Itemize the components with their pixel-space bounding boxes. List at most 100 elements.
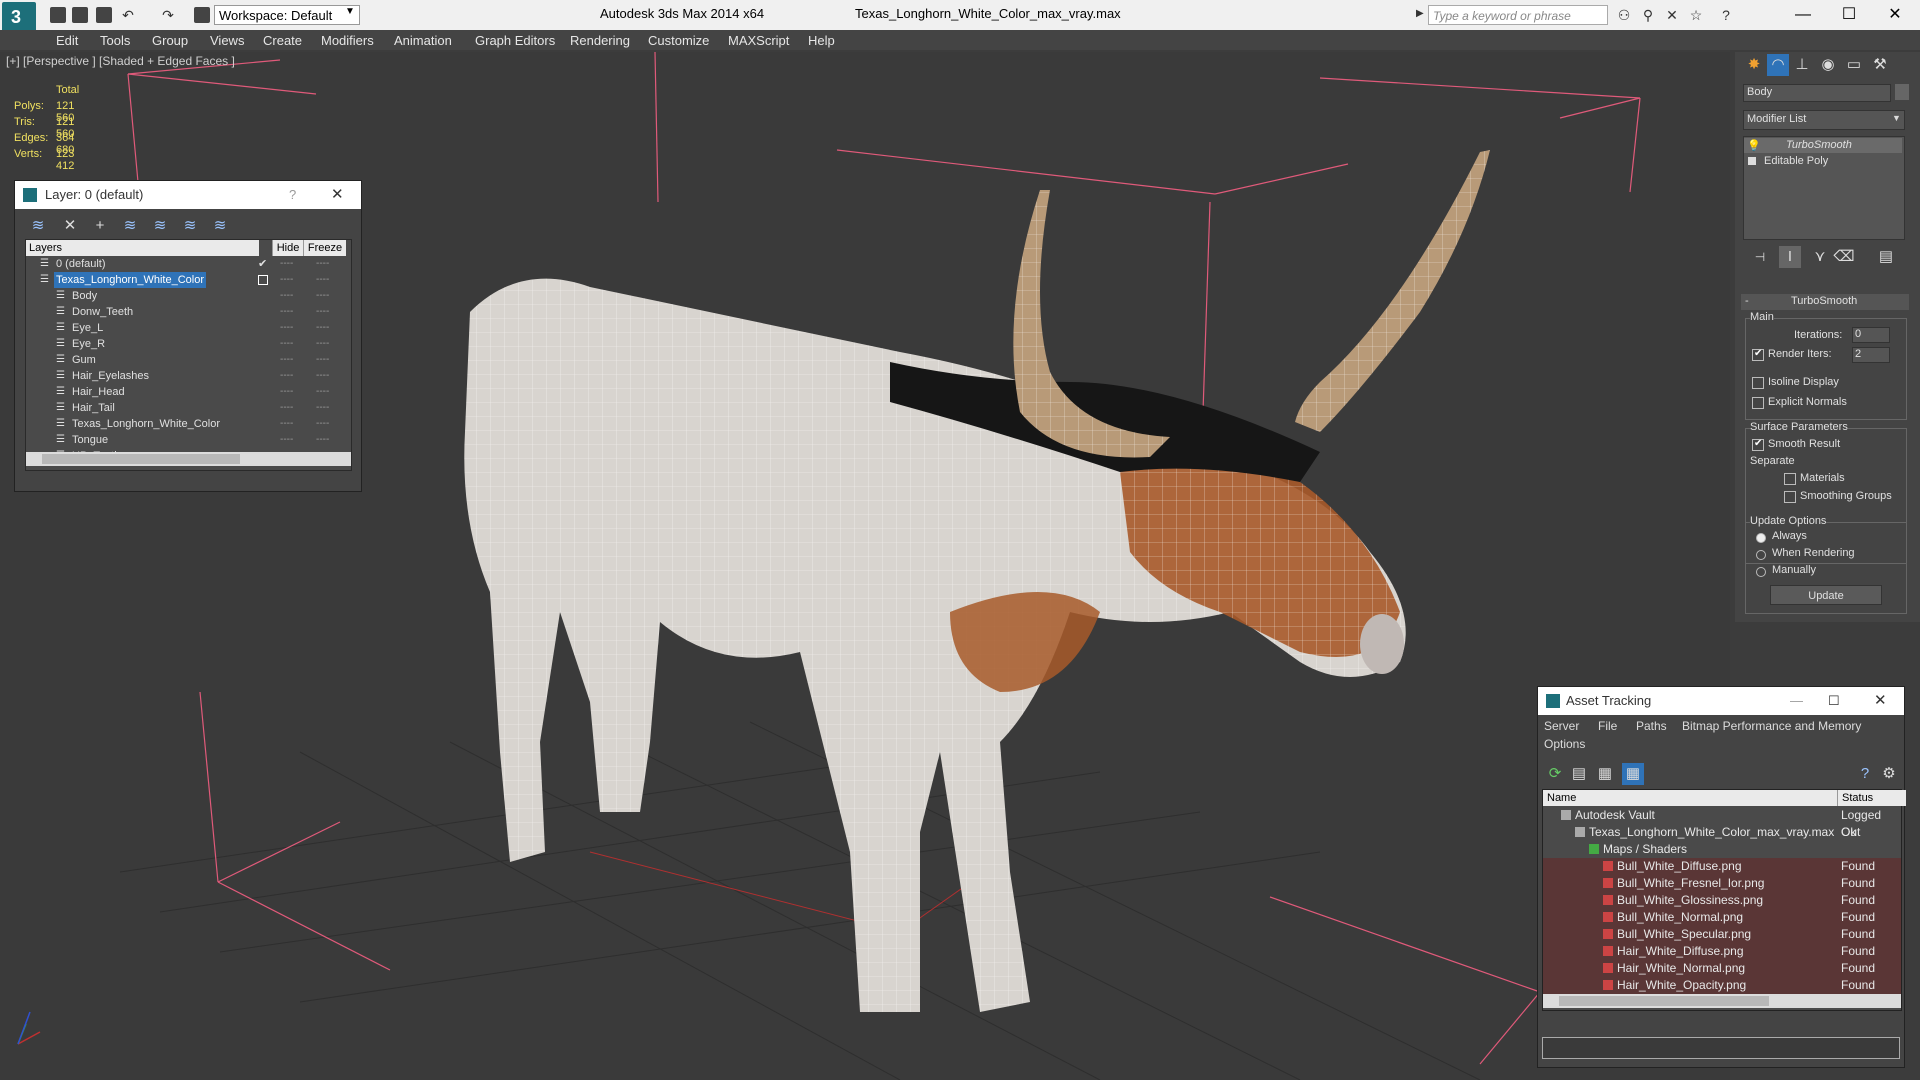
communication-center-icon[interactable]: ⚲ bbox=[1640, 7, 1656, 23]
configure-sets-icon[interactable]: ▤ bbox=[1875, 246, 1897, 268]
modify-tab-icon[interactable]: ◠ bbox=[1767, 54, 1789, 76]
workspace-dropdown[interactable]: Workspace: Default bbox=[214, 5, 360, 25]
layer-row[interactable]: ☰ Tongue ---- ---- bbox=[26, 432, 351, 448]
freeze-toggle[interactable]: ---- bbox=[316, 304, 329, 320]
settings-icon[interactable]: ⚙ bbox=[1878, 763, 1900, 785]
smoothing-groups-checkbox[interactable] bbox=[1784, 491, 1796, 503]
render-iters-checkbox[interactable] bbox=[1752, 348, 1764, 361]
tree-view-icon[interactable]: ▦ bbox=[1594, 763, 1616, 785]
hide-toggle[interactable]: ---- bbox=[280, 432, 293, 448]
list-view-icon[interactable]: ▤ bbox=[1568, 763, 1590, 785]
materials-checkbox[interactable] bbox=[1784, 473, 1796, 485]
column-header-freeze[interactable]: Freeze bbox=[303, 240, 346, 256]
stack-item-editable-poly[interactable]: Editable Poly bbox=[1744, 154, 1902, 169]
asset-row[interactable]: Maps / Shaders bbox=[1543, 841, 1901, 858]
horizontal-scrollbar[interactable] bbox=[1543, 994, 1901, 1008]
hide-toggle[interactable]: ---- bbox=[280, 384, 293, 400]
menu-group[interactable]: Group bbox=[152, 33, 188, 48]
make-unique-icon[interactable]: ⋎ bbox=[1809, 246, 1831, 268]
menu-animation[interactable]: Animation bbox=[394, 33, 452, 48]
asset-row[interactable]: Bull_White_Specular.png Found bbox=[1543, 926, 1901, 943]
utilities-tab-icon[interactable]: ⚒ bbox=[1869, 54, 1891, 76]
create-layer-icon[interactable]: ≋ bbox=[29, 217, 47, 235]
hide-toggle[interactable]: ---- bbox=[280, 256, 293, 272]
object-color-swatch[interactable] bbox=[1895, 84, 1909, 100]
explicit-normals-checkbox[interactable] bbox=[1752, 397, 1764, 409]
asset-menu-server[interactable]: Server bbox=[1544, 719, 1579, 733]
exchange-icon[interactable]: ✕ bbox=[1664, 7, 1680, 23]
asset-menu-bitmap-performance[interactable]: Bitmap Performance and Memory bbox=[1682, 719, 1861, 733]
maximize-icon[interactable]: ☐ bbox=[1828, 687, 1840, 715]
freeze-toggle[interactable]: ---- bbox=[316, 400, 329, 416]
iterations-spinner[interactable]: 0 bbox=[1852, 327, 1890, 343]
isoline-display-checkbox[interactable] bbox=[1752, 377, 1764, 389]
freeze-toggle[interactable]: ---- bbox=[316, 320, 329, 336]
menu-rendering[interactable]: Rendering bbox=[570, 33, 630, 48]
menu-maxscript[interactable]: MAXScript bbox=[728, 33, 789, 48]
motion-tab-icon[interactable]: ◉ bbox=[1817, 54, 1839, 76]
when-rendering-radio[interactable] bbox=[1756, 550, 1766, 560]
redo-icon[interactable]: ↷ bbox=[160, 7, 176, 23]
menu-graph-editors[interactable]: Graph Editors bbox=[475, 33, 555, 48]
asset-row[interactable]: Hair_White_Normal.png Found bbox=[1543, 960, 1901, 977]
expand-icon[interactable] bbox=[1748, 157, 1756, 165]
select-objects-icon[interactable]: ≋ bbox=[121, 217, 139, 235]
menu-create[interactable]: Create bbox=[263, 33, 302, 48]
layer-row[interactable]: ☰ Donw_Teeth ---- ---- bbox=[26, 304, 351, 320]
freeze-toggle[interactable]: ---- bbox=[316, 256, 329, 272]
layer-row[interactable]: ☰ Body ---- ---- bbox=[26, 288, 351, 304]
hide-all-icon[interactable]: ≋ bbox=[181, 217, 199, 235]
layer-row[interactable]: ☰ Eye_R ---- ---- bbox=[26, 336, 351, 352]
menu-tools[interactable]: Tools bbox=[100, 33, 130, 48]
hide-toggle[interactable]: ---- bbox=[280, 400, 293, 416]
viewport-label[interactable]: [+] [Perspective ] [Shaded + Edged Faces… bbox=[6, 54, 235, 68]
asset-menu-paths[interactable]: Paths bbox=[1636, 719, 1667, 733]
hide-toggle[interactable]: ---- bbox=[280, 304, 293, 320]
freeze-toggle[interactable]: ---- bbox=[316, 432, 329, 448]
hide-toggle[interactable]: ---- bbox=[280, 336, 293, 352]
active-layer-check-icon[interactable]: ✔ bbox=[258, 256, 267, 272]
freeze-toggle[interactable]: ---- bbox=[316, 272, 329, 288]
column-header-hide[interactable]: Hide bbox=[272, 240, 303, 256]
layer-row[interactable]: ☰ Texas_Longhorn_White_Color ---- ---- bbox=[26, 272, 351, 288]
close-icon[interactable]: ✕ bbox=[1872, 2, 1918, 28]
minimize-icon[interactable]: — bbox=[1780, 2, 1826, 28]
chevron-down-icon[interactable]: ▼ bbox=[345, 6, 355, 17]
layer-row[interactable]: ☰ Hair_Tail ---- ---- bbox=[26, 400, 351, 416]
stack-item-turbosmooth[interactable]: 💡 TurboSmooth bbox=[1744, 138, 1902, 153]
layer-row[interactable]: ☰ Gum ---- ---- bbox=[26, 352, 351, 368]
menu-customize[interactable]: Customize bbox=[648, 33, 709, 48]
menu-modifiers[interactable]: Modifiers bbox=[321, 33, 374, 48]
object-name-field[interactable]: Body bbox=[1743, 84, 1891, 102]
menu-help[interactable]: Help bbox=[808, 33, 835, 48]
layer-row[interactable]: ☰ Hair_Head ---- ---- bbox=[26, 384, 351, 400]
close-icon[interactable]: ✕ bbox=[331, 181, 344, 209]
refresh-icon[interactable]: ⟳ bbox=[1544, 763, 1566, 785]
freeze-toggle[interactable]: ---- bbox=[316, 288, 329, 304]
delete-layer-icon[interactable]: ✕ bbox=[61, 217, 79, 235]
layer-row[interactable]: ☰ Texas_Longhorn_White_Color ---- ---- bbox=[26, 416, 351, 432]
update-button[interactable]: Update bbox=[1770, 585, 1882, 605]
close-icon[interactable]: ✕ bbox=[1874, 687, 1887, 715]
freeze-all-icon[interactable]: ≋ bbox=[211, 217, 229, 235]
maximize-icon[interactable]: ☐ bbox=[1826, 2, 1872, 28]
open-file-icon[interactable] bbox=[72, 7, 88, 23]
freeze-toggle[interactable]: ---- bbox=[316, 352, 329, 368]
column-header-name[interactable]: Name bbox=[1543, 790, 1837, 806]
column-header-status[interactable]: Status bbox=[1837, 790, 1906, 806]
column-header-layers[interactable]: Layers bbox=[26, 240, 259, 256]
asset-path-field[interactable] bbox=[1542, 1037, 1900, 1059]
binoculars-icon[interactable]: ⚇ bbox=[1616, 7, 1632, 23]
layer-row[interactable]: ☰ Eye_L ---- ---- bbox=[26, 320, 351, 336]
search-input[interactable]: Type a keyword or phrase bbox=[1428, 5, 1608, 25]
scrollbar-thumb[interactable] bbox=[1559, 996, 1769, 1006]
horizontal-scrollbar[interactable] bbox=[26, 452, 351, 466]
table-view-icon[interactable]: ▦ bbox=[1622, 763, 1644, 785]
hide-toggle[interactable]: ---- bbox=[280, 352, 293, 368]
lightbulb-icon[interactable]: 💡 bbox=[1747, 139, 1761, 152]
help-icon[interactable]: ? bbox=[289, 181, 296, 209]
asset-row[interactable]: Hair_White_Diffuse.png Found bbox=[1543, 943, 1901, 960]
asset-tracking-titlebar[interactable]: Asset Tracking — ☐ ✕ bbox=[1538, 687, 1904, 715]
scrollbar-thumb[interactable] bbox=[42, 454, 240, 464]
menu-views[interactable]: Views bbox=[210, 33, 244, 48]
